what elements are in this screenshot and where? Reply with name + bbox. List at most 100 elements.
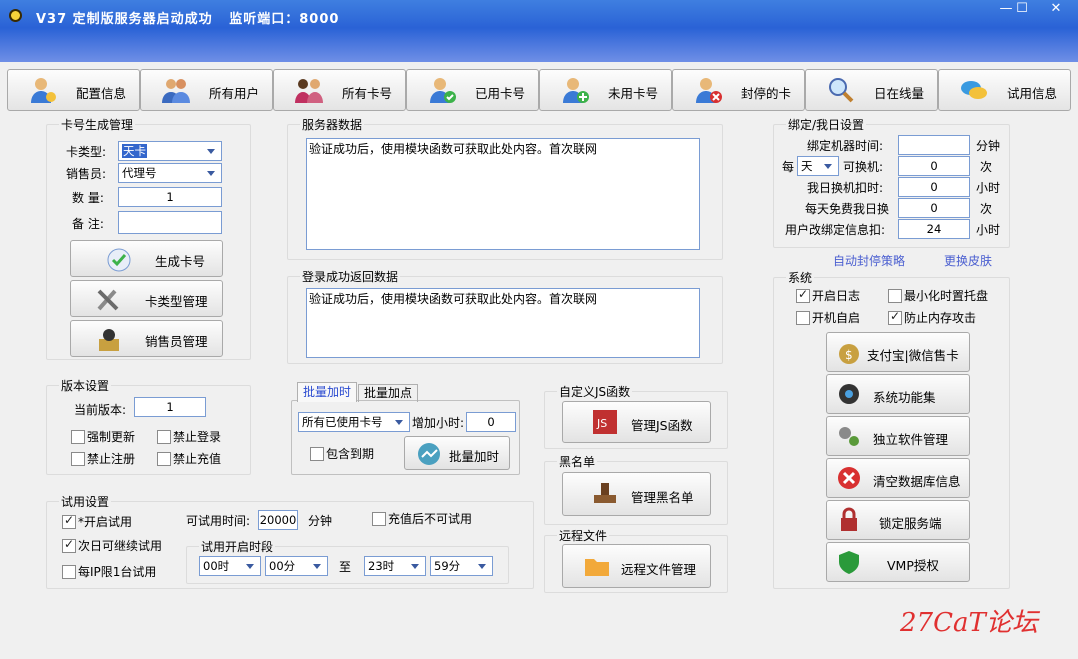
tab-config-info[interactable]: 配置信息 bbox=[7, 69, 140, 111]
enable-log-checkbox[interactable]: 开启日志 bbox=[796, 287, 860, 303]
chat-icon bbox=[961, 81, 987, 99]
close-button[interactable]: ✕ bbox=[1042, 0, 1070, 20]
mem-protect-checkbox[interactable]: 防止内存攻击 bbox=[888, 309, 976, 325]
group-title: 服务器数据 bbox=[300, 116, 365, 133]
group-title: 试用设置 bbox=[59, 493, 112, 510]
autostart-checkbox[interactable]: 开机自启 bbox=[796, 311, 860, 325]
remote-file-label: 远程文件管理 bbox=[621, 562, 697, 577]
cogs-icon bbox=[839, 427, 859, 446]
tab-batch-time[interactable]: 批量加时 bbox=[297, 382, 357, 402]
change-unit: 次 bbox=[980, 160, 993, 174]
tab-batch-points[interactable]: 批量加点 bbox=[358, 384, 418, 402]
pay-sale-button[interactable]: $ 支付宝|微信售卡 bbox=[826, 332, 970, 372]
card-type-label: 卡类型: bbox=[66, 145, 107, 159]
current-version-input[interactable]: 1 bbox=[134, 397, 206, 417]
end-minute-select[interactable]: 59分 bbox=[430, 556, 493, 576]
deduct-label: 我日换机扣时: bbox=[807, 181, 884, 195]
note-label: 备 注: bbox=[72, 217, 104, 231]
lock-server-button[interactable]: 锁定服务端 bbox=[826, 500, 970, 540]
skin-link[interactable]: 更换皮肤 bbox=[944, 252, 992, 269]
vmp-auth-button[interactable]: VMP授权 bbox=[826, 542, 970, 582]
free-unit: 次 bbox=[980, 202, 993, 216]
lock-server-label: 锁定服务端 bbox=[879, 516, 942, 531]
free-input[interactable]: 0 bbox=[898, 198, 970, 218]
tab-daily-online[interactable]: 日在线量 bbox=[805, 69, 938, 111]
money-bag-icon: $ bbox=[839, 344, 859, 364]
no-recharge-checkbox[interactable]: 禁止充值 bbox=[157, 452, 221, 466]
manage-js-button[interactable]: JS 管理JS函数 bbox=[562, 401, 711, 443]
auto-ban-link[interactable]: 自动封停策略 bbox=[833, 252, 905, 269]
start-hour-select[interactable]: 00时 bbox=[199, 556, 261, 576]
force-update-checkbox[interactable]: 强制更新 bbox=[71, 430, 135, 444]
to-label: 至 bbox=[339, 560, 352, 574]
tab-used-cards[interactable]: 已用卡号 bbox=[406, 69, 539, 111]
shield-icon bbox=[839, 551, 859, 574]
batch-time-button[interactable]: 批量加时 bbox=[404, 436, 510, 470]
group-title: 黑名单 bbox=[557, 453, 598, 470]
login-data-textarea[interactable]: 验证成功后，使用模块函数可获取此处内容。首次联网 bbox=[306, 288, 700, 358]
tab-all-cards[interactable]: 所有卡号 bbox=[273, 69, 406, 111]
folder-icon bbox=[585, 559, 609, 576]
no-login-checkbox[interactable]: 禁止登录 bbox=[157, 430, 221, 444]
clear-db-label: 清空数据库信息 bbox=[873, 474, 961, 489]
qty-label: 数 量: bbox=[72, 191, 104, 205]
system-functions-button[interactable]: 系统功能集 bbox=[826, 374, 970, 414]
user-change-input[interactable]: 24 bbox=[898, 219, 970, 239]
group-title: 版本设置 bbox=[59, 377, 112, 394]
tab-all-users[interactable]: 所有用户 bbox=[140, 69, 273, 111]
users-icon bbox=[162, 79, 190, 103]
trial-time-label: 可试用时间: bbox=[186, 514, 251, 528]
gear-icon bbox=[839, 384, 859, 404]
note-input[interactable] bbox=[118, 211, 222, 234]
user-config-icon bbox=[31, 78, 56, 103]
tab-unused-cards[interactable]: 未用卡号 bbox=[539, 69, 672, 111]
end-hour-select[interactable]: 23时 bbox=[364, 556, 426, 576]
magnifier-icon bbox=[829, 78, 854, 103]
clear-db-button[interactable]: 清空数据库信息 bbox=[826, 458, 970, 498]
remote-file-button[interactable]: 远程文件管理 bbox=[562, 544, 711, 588]
generate-card-label: 生成卡号 bbox=[155, 254, 206, 269]
no-register-checkbox[interactable]: 禁止注册 bbox=[71, 452, 135, 466]
pay-sale-label: 支付宝|微信售卡 bbox=[867, 348, 959, 363]
batch-card-select[interactable]: 所有已使用卡号 bbox=[298, 412, 410, 432]
server-data-textarea[interactable]: 验证成功后，使用模块函数可获取此处内容。首次联网 bbox=[306, 138, 700, 250]
bind-time-label: 绑定机器时间: bbox=[807, 139, 884, 153]
per-select[interactable]: 天 bbox=[797, 156, 839, 176]
delete-icon bbox=[838, 467, 860, 489]
per-ip-checkbox[interactable]: 每IP限1台试用 bbox=[62, 565, 156, 579]
bind-time-input[interactable] bbox=[898, 135, 970, 155]
tray-checkbox[interactable]: 最小化时置托盘 bbox=[888, 289, 988, 303]
trial-time-input[interactable]: 20000 bbox=[258, 510, 298, 530]
software-mgr-button[interactable]: 独立软件管理 bbox=[826, 416, 970, 456]
maximize-button[interactable]: ☐ bbox=[1008, 0, 1036, 20]
free-label: 每天免费我日换 bbox=[805, 202, 890, 216]
seller-mgr-button[interactable]: 销售员管理 bbox=[70, 320, 223, 357]
card-type-mgr-button[interactable]: 卡类型管理 bbox=[70, 280, 223, 317]
current-version-label: 当前版本: bbox=[74, 403, 127, 417]
stamp-icon bbox=[594, 483, 616, 503]
user-change-label: 用户改绑定信息扣: bbox=[785, 223, 886, 237]
generate-card-button[interactable]: 生成卡号 bbox=[70, 240, 223, 277]
include-expired-checkbox[interactable]: 包含到期 bbox=[310, 447, 374, 461]
change-input[interactable]: 0 bbox=[898, 156, 970, 176]
seller-select[interactable]: 代理号 bbox=[118, 163, 222, 183]
people-icon bbox=[295, 79, 323, 103]
qty-input[interactable]: 1 bbox=[118, 187, 222, 207]
manage-blacklist-button[interactable]: 管理黑名单 bbox=[562, 472, 711, 516]
group-title: 绑定/我日设置 bbox=[786, 116, 867, 133]
watermark: 27CaT论坛 bbox=[900, 608, 1038, 638]
next-day-trial-checkbox[interactable]: 次日可继续试用 bbox=[62, 537, 162, 553]
software-mgr-label: 独立软件管理 bbox=[873, 432, 949, 447]
hours-input[interactable]: 0 bbox=[466, 412, 516, 432]
hours-label: 增加小时: bbox=[412, 416, 465, 430]
tab-banned-cards[interactable]: 封停的卡 bbox=[672, 69, 805, 111]
card-type-select[interactable]: 天卡 bbox=[118, 141, 222, 161]
tab-trial-info[interactable]: 试用信息 bbox=[938, 69, 1071, 111]
start-minute-select[interactable]: 00分 bbox=[265, 556, 328, 576]
enable-trial-checkbox[interactable]: *开启试用 bbox=[62, 513, 132, 529]
deduct-input[interactable]: 0 bbox=[898, 177, 970, 197]
vmp-auth-label: VMP授权 bbox=[887, 558, 939, 573]
user-block-icon bbox=[696, 78, 722, 103]
recharge-no-trial-checkbox[interactable]: 充值后不可试用 bbox=[372, 512, 472, 526]
svg-text:JS: JS bbox=[596, 417, 607, 430]
